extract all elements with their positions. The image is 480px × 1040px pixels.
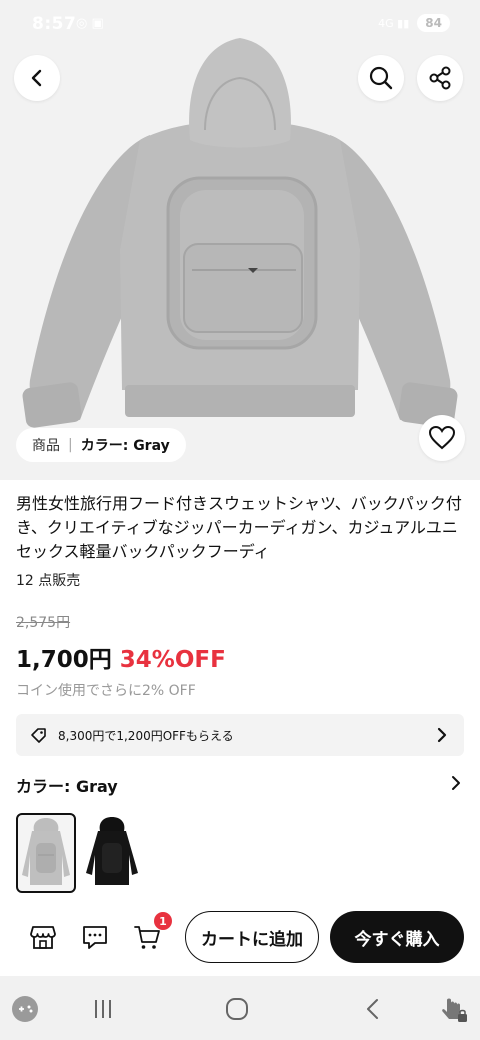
game-launcher-button[interactable] bbox=[10, 994, 40, 1024]
tag-color-label: カラー: Gray bbox=[80, 438, 170, 454]
system-nav-bar bbox=[0, 976, 480, 1040]
buy-now-button[interactable]: 今すぐ購入 bbox=[330, 911, 464, 963]
tag-divider: | bbox=[68, 437, 73, 453]
chat-button[interactable] bbox=[80, 922, 110, 952]
action-bar: 1 カートに追加 今すぐ購入 bbox=[0, 904, 480, 970]
hand-lock-icon bbox=[442, 998, 467, 1022]
heart-icon bbox=[428, 425, 456, 450]
cart-button[interactable]: 1 bbox=[132, 912, 172, 952]
share-icon bbox=[429, 66, 451, 90]
share-button[interactable] bbox=[417, 55, 463, 101]
cart-count-badge: 1 bbox=[154, 912, 172, 930]
status-bar: 8:57 ◎ ▣ 4G ▮▮ 84 bbox=[0, 0, 480, 50]
hoodie-thumbnail-black bbox=[86, 817, 138, 885]
back-button[interactable] bbox=[14, 55, 60, 101]
hoodie-image bbox=[22, 38, 458, 428]
color-swatch-gray[interactable] bbox=[16, 813, 76, 893]
add-to-cart-button[interactable]: カートに追加 bbox=[185, 911, 319, 963]
status-notification-icons: ◎ ▣ bbox=[76, 16, 104, 31]
home-icon bbox=[226, 998, 248, 1020]
color-selector-header[interactable]: カラー: Gray bbox=[16, 772, 464, 798]
recent-apps-button[interactable] bbox=[88, 994, 118, 1024]
store-button[interactable] bbox=[28, 922, 58, 952]
coupon-text: 8,300円で1,200円OFFもらえる bbox=[58, 728, 234, 743]
search-icon bbox=[369, 66, 393, 90]
color-selector-label: カラー: Gray bbox=[16, 777, 118, 796]
chat-icon bbox=[83, 926, 107, 949]
color-swatch-black[interactable] bbox=[82, 813, 142, 893]
system-back-button[interactable] bbox=[358, 994, 388, 1024]
sold-count: 12 点販売 bbox=[16, 573, 81, 589]
discount-badge: 34%OFF bbox=[119, 647, 226, 673]
sale-price: 1,700円 bbox=[16, 647, 112, 673]
gamepad-icon bbox=[12, 996, 38, 1022]
status-right: 4G ▮▮ 84 bbox=[378, 14, 450, 32]
coin-discount-note: コイン使用でさらに2% OFF bbox=[16, 683, 196, 699]
chevron-left-icon bbox=[31, 69, 42, 87]
signal-icon: 4G ▮▮ bbox=[378, 16, 410, 30]
battery-indicator: 84 bbox=[417, 14, 450, 32]
price-row: 1,700円 34%OFF bbox=[16, 640, 226, 674]
recent-apps-icon bbox=[95, 1000, 111, 1018]
product-image[interactable]: 商品 | カラー: Gray bbox=[0, 0, 480, 480]
store-icon bbox=[30, 926, 56, 949]
chevron-right-icon bbox=[448, 774, 464, 796]
hoodie-thumbnail-gray bbox=[22, 818, 70, 885]
search-button[interactable] bbox=[358, 55, 404, 101]
tag-icon bbox=[30, 726, 48, 744]
image-tag-pill[interactable]: 商品 | カラー: Gray bbox=[16, 428, 186, 462]
touch-lock-button[interactable] bbox=[438, 994, 468, 1024]
coupon-banner[interactable]: 8,300円で1,200円OFFもらえる bbox=[16, 714, 464, 756]
home-button[interactable] bbox=[222, 994, 252, 1024]
back-arrow-icon bbox=[367, 999, 378, 1019]
chevron-right-icon bbox=[434, 726, 450, 747]
tag-product-label: 商品 bbox=[32, 438, 60, 454]
product-title: 男性女性旅行用フード付きスウェットシャツ、バックパック付き、クリエイティブなジッ… bbox=[16, 494, 462, 561]
original-price: 2,575円 bbox=[16, 615, 71, 631]
status-time: 8:57 bbox=[32, 14, 77, 34]
favorite-button[interactable] bbox=[419, 415, 465, 461]
